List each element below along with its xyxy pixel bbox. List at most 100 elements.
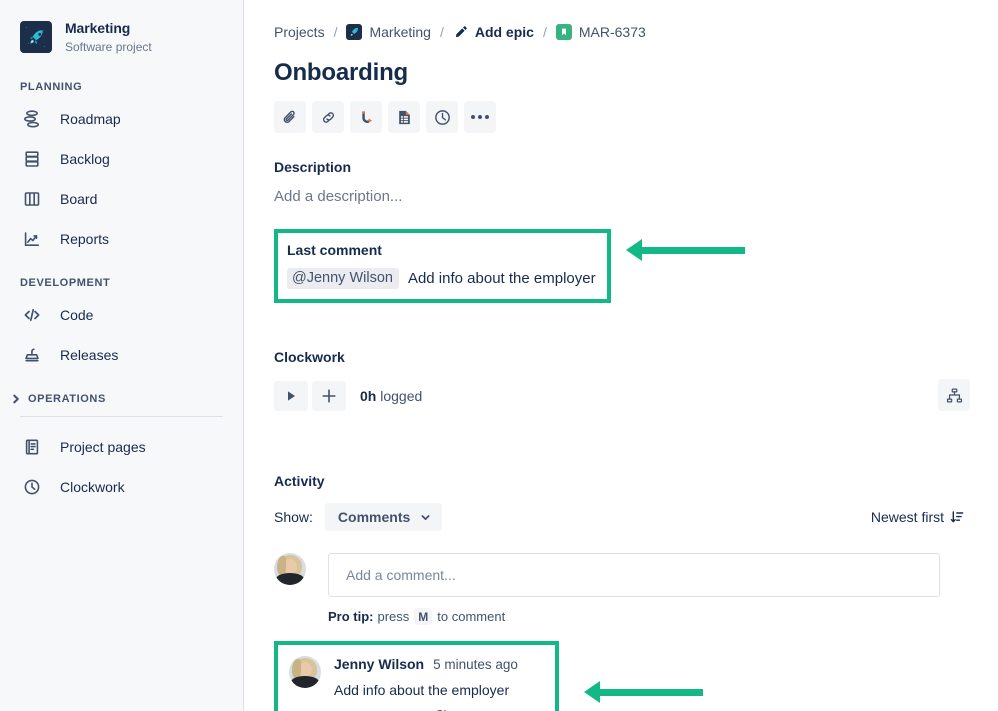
clockwork-logged-suffix: logged bbox=[380, 388, 422, 404]
page-icon bbox=[20, 437, 44, 457]
comment-timestamp[interactable]: 5 minutes ago bbox=[433, 657, 518, 672]
clock-icon[interactable] bbox=[426, 101, 458, 133]
roadmap-icon bbox=[20, 109, 44, 129]
rocket-icon bbox=[346, 24, 362, 40]
breadcrumb-add-epic[interactable]: Add epic bbox=[453, 24, 534, 40]
page-title: Onboarding bbox=[274, 59, 970, 87]
project-subtitle: Software project bbox=[65, 40, 152, 55]
clockwork-logged-value: 0h bbox=[360, 388, 376, 404]
child-issue-icon[interactable] bbox=[350, 101, 382, 133]
breadcrumb-project[interactable]: Marketing bbox=[346, 24, 430, 40]
clockwork-logged: 0h logged bbox=[360, 388, 422, 404]
backlog-icon bbox=[20, 149, 44, 169]
pro-tip-text: press bbox=[378, 609, 410, 624]
breadcrumb-add-epic-label[interactable]: Add epic bbox=[475, 24, 534, 40]
mention-pill[interactable]: @Jenny Wilson bbox=[287, 268, 399, 289]
avatar bbox=[289, 656, 321, 688]
clockwork-title: Clockwork bbox=[274, 349, 970, 365]
pro-tip-suffix: to comment bbox=[437, 609, 505, 624]
pencil-icon bbox=[453, 25, 468, 40]
last-comment-title: Last comment bbox=[287, 242, 596, 258]
sidebar-item-clockwork[interactable]: Clockwork bbox=[0, 467, 243, 507]
breadcrumb: Projects / Marketing / Add epic bbox=[274, 22, 970, 42]
comment-compose bbox=[274, 553, 970, 597]
breadcrumb-separator: / bbox=[543, 24, 547, 40]
sort-descending-icon bbox=[950, 510, 964, 524]
comment-item: Jenny Wilson 5 minutes ago Add info abou… bbox=[274, 641, 559, 711]
project-name: Marketing bbox=[65, 20, 152, 38]
sidebar-section-operations[interactable]: OPERATIONS bbox=[0, 393, 243, 405]
epic-bookmark-icon bbox=[556, 24, 572, 40]
activity-filter-value: Comments bbox=[338, 509, 410, 525]
hierarchy-icon[interactable] bbox=[938, 379, 970, 411]
clock-icon bbox=[20, 477, 44, 497]
activity-filter-dropdown[interactable]: Comments bbox=[325, 503, 442, 531]
project-header[interactable]: Marketing Software project bbox=[0, 20, 243, 55]
sidebar-item-project-pages[interactable]: Project pages bbox=[0, 427, 243, 467]
breadcrumb-projects[interactable]: Projects bbox=[274, 24, 325, 40]
sidebar-item-board[interactable]: Board bbox=[0, 179, 243, 219]
sidebar-item-releases[interactable]: Releases bbox=[0, 335, 243, 375]
reports-icon bbox=[20, 229, 44, 249]
last-comment-text: Add info about the employer bbox=[408, 270, 596, 287]
activity-title: Activity bbox=[274, 473, 970, 489]
activity-sort-button[interactable]: Newest first bbox=[865, 508, 970, 526]
main-content: Projects / Marketing / Add epic bbox=[244, 0, 998, 711]
board-icon bbox=[20, 189, 44, 209]
annotation-arrow-last-comment bbox=[626, 239, 745, 261]
description-placeholder[interactable]: Add a description... bbox=[274, 188, 970, 205]
pro-tip-prefix: Pro tip: bbox=[328, 609, 374, 624]
sidebar: Marketing Software project PLANNING Road… bbox=[0, 0, 244, 711]
sidebar-item-label: Roadmap bbox=[60, 111, 121, 127]
comment-author[interactable]: Jenny Wilson bbox=[334, 656, 424, 672]
comment-input-box[interactable] bbox=[328, 553, 940, 597]
last-comment-highlight-box: Last comment @Jenny Wilson Add info abou… bbox=[274, 229, 611, 303]
more-icon[interactable] bbox=[464, 101, 496, 133]
sidebar-item-label: Releases bbox=[60, 347, 118, 363]
breadcrumb-separator: / bbox=[440, 24, 444, 40]
sidebar-item-label: Project pages bbox=[60, 439, 146, 455]
annotation-arrow-comment bbox=[584, 681, 703, 703]
code-icon bbox=[20, 305, 44, 325]
activity-filters: Show: Comments Newest first bbox=[274, 503, 970, 531]
chevron-down-icon bbox=[420, 512, 431, 523]
link-icon[interactable] bbox=[312, 101, 344, 133]
comment-input[interactable] bbox=[344, 566, 924, 584]
activity-sort-label: Newest first bbox=[871, 509, 944, 525]
sidebar-section-operations-label: OPERATIONS bbox=[28, 393, 106, 405]
app-root: Marketing Software project PLANNING Road… bbox=[0, 0, 998, 711]
last-comment-section: Last comment @Jenny Wilson Add info abou… bbox=[274, 229, 970, 303]
comment-body: Add info about the employer bbox=[334, 682, 518, 698]
comment-list: Jenny Wilson 5 minutes ago Add info abou… bbox=[274, 641, 970, 711]
avatar bbox=[274, 553, 306, 585]
attach-icon[interactable] bbox=[274, 101, 306, 133]
breadcrumb-separator: / bbox=[334, 24, 338, 40]
sidebar-item-roadmap[interactable]: Roadmap bbox=[0, 99, 243, 139]
pro-tip-key: M bbox=[414, 608, 432, 625]
releases-icon bbox=[20, 345, 44, 365]
sidebar-item-reports[interactable]: Reports bbox=[0, 219, 243, 259]
sidebar-item-backlog[interactable]: Backlog bbox=[0, 139, 243, 179]
sidebar-item-label: Backlog bbox=[60, 151, 110, 167]
sidebar-item-label: Board bbox=[60, 191, 97, 207]
play-icon[interactable] bbox=[274, 381, 308, 411]
sidebar-section-development-label: DEVELOPMENT bbox=[0, 277, 243, 289]
chevron-right-icon bbox=[10, 393, 22, 405]
sidebar-divider bbox=[20, 416, 223, 417]
breadcrumb-issue-key-label[interactable]: MAR-6373 bbox=[579, 24, 646, 40]
breadcrumb-issue-key[interactable]: MAR-6373 bbox=[556, 24, 646, 40]
issue-toolbar bbox=[274, 101, 970, 133]
sidebar-item-label: Clockwork bbox=[60, 479, 125, 495]
sidebar-section-planning-label: PLANNING bbox=[0, 81, 243, 93]
pro-tip: Pro tip: press M to comment bbox=[328, 608, 970, 625]
show-label: Show: bbox=[274, 509, 313, 525]
sidebar-item-code[interactable]: Code bbox=[0, 295, 243, 335]
sidebar-item-label: Code bbox=[60, 307, 93, 323]
clockwork-controls: 0h logged bbox=[274, 381, 970, 411]
description-title: Description bbox=[274, 159, 970, 175]
form-icon[interactable] bbox=[388, 101, 420, 133]
sidebar-item-label: Reports bbox=[60, 231, 109, 247]
rocket-icon bbox=[20, 21, 52, 53]
plus-icon[interactable] bbox=[312, 381, 346, 411]
breadcrumb-project-label[interactable]: Marketing bbox=[369, 24, 430, 40]
